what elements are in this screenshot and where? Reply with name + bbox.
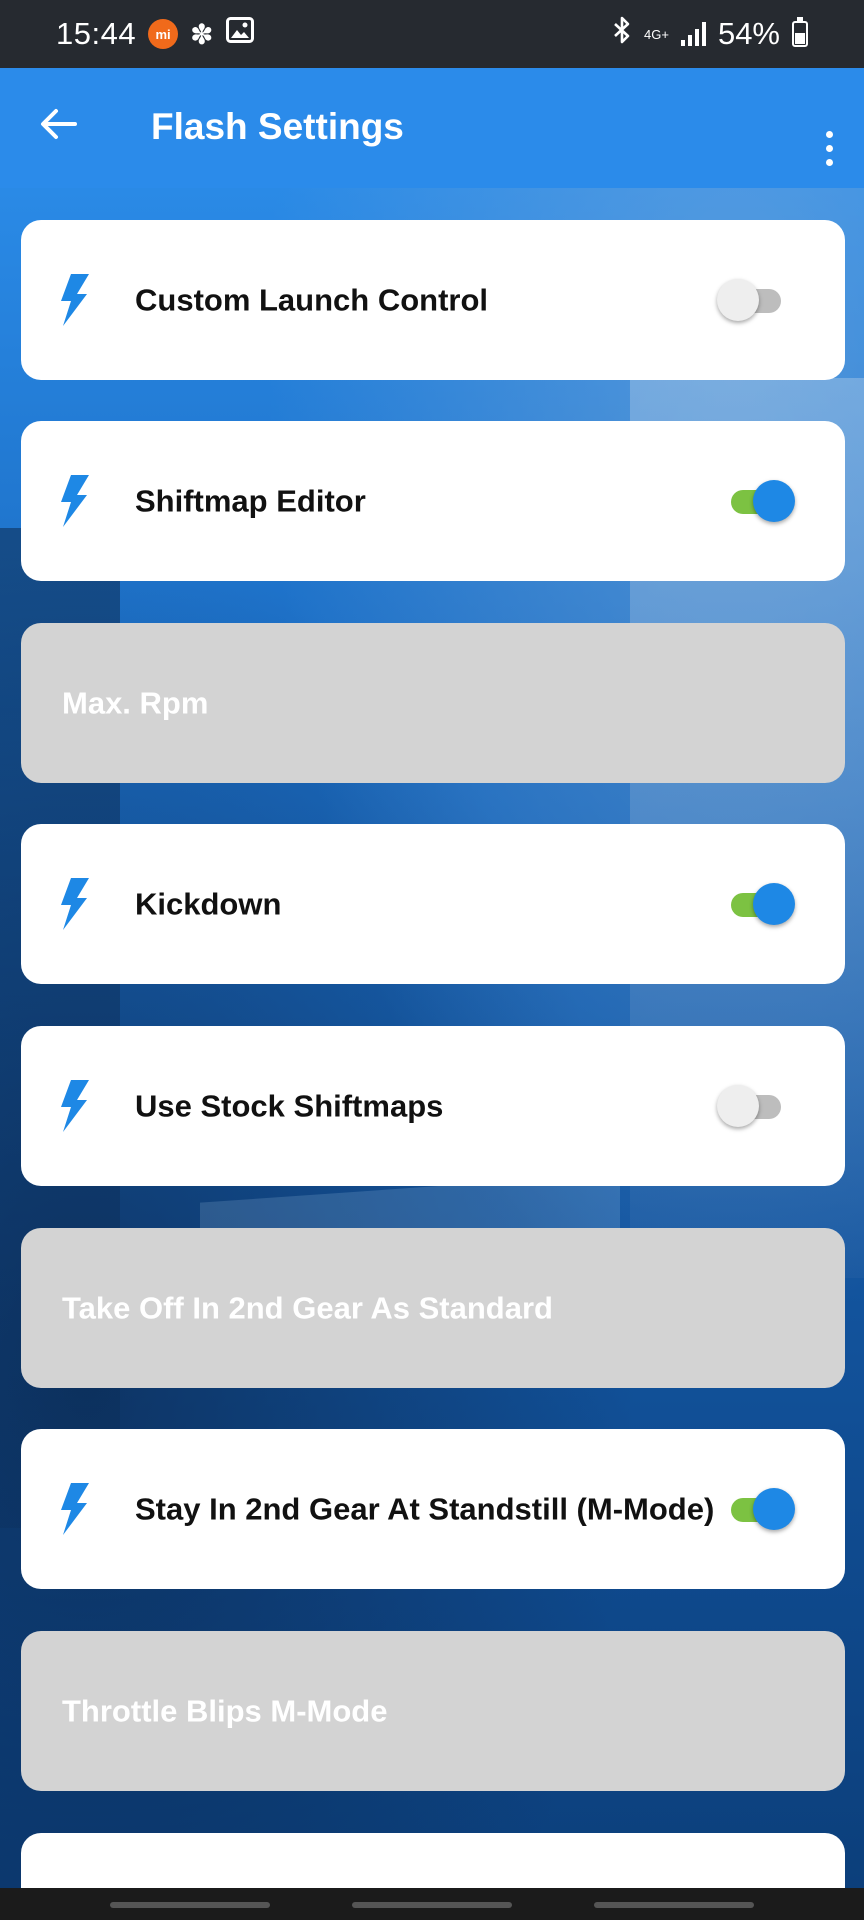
back-button[interactable]	[30, 96, 86, 152]
toggle-stay-in-2nd-gear[interactable]	[717, 1486, 795, 1532]
setting-kickdown[interactable]: Kickdown	[21, 824, 845, 984]
setting-shiftmap-editor[interactable]: Shiftmap Editor	[21, 421, 845, 581]
setting-take-off-2nd-gear: Take Off In 2nd Gear As Standard	[21, 1228, 845, 1388]
battery-icon	[792, 17, 808, 47]
arrow-back-icon	[41, 109, 77, 139]
setting-label: Throttle Blips M-Mode	[62, 1693, 388, 1729]
setting-throttle-blips: Throttle Blips M-Mode	[21, 1631, 845, 1791]
setting-next-item[interactable]	[21, 1833, 845, 1888]
setting-custom-launch-control[interactable]: Custom Launch Control	[21, 220, 845, 380]
flash-icon	[61, 878, 89, 930]
flash-icon	[61, 274, 89, 326]
status-bar: 15:44 mi ✽ 4G+ 54%	[0, 0, 864, 68]
app-bar: Flash Settings	[0, 68, 864, 188]
mi-notification-icon: mi	[148, 19, 179, 49]
signal-icon	[680, 22, 706, 46]
nav-home-indicator[interactable]	[352, 1902, 512, 1908]
setting-label: Kickdown	[135, 886, 282, 922]
more-vert-icon	[825, 130, 833, 138]
toggle-custom-launch-control[interactable]	[717, 277, 791, 323]
setting-label: Max. Rpm	[62, 685, 209, 721]
setting-max-rpm: Max. Rpm	[21, 623, 845, 783]
status-time: 15:44	[56, 16, 137, 51]
nav-back-indicator[interactable]	[594, 1902, 754, 1908]
image-icon	[225, 17, 254, 51]
setting-label: Stay In 2nd Gear At Standstill (M-Mode)	[135, 1491, 715, 1527]
nav-recents-indicator[interactable]	[110, 1902, 270, 1908]
setting-label: Custom Launch Control	[135, 282, 489, 318]
setting-label: Take Off In 2nd Gear As Standard	[62, 1290, 553, 1326]
toggle-use-stock-shiftmaps[interactable]	[717, 1083, 791, 1129]
settings-list[interactable]: Custom Launch Control Shiftmap Editor Ma…	[0, 188, 864, 1888]
setting-use-stock-shiftmaps[interactable]: Use Stock Shiftmaps	[21, 1026, 845, 1186]
toggle-kickdown[interactable]	[717, 881, 795, 927]
network-type: 4G+	[644, 26, 669, 42]
flash-icon	[61, 475, 89, 527]
system-nav-bar	[0, 1888, 864, 1920]
more-options-button[interactable]	[814, 118, 844, 178]
flash-icon	[61, 1483, 89, 1535]
page-title: Flash Settings	[151, 106, 404, 147]
status-bar-left: 15:44 mi ✽	[56, 16, 254, 52]
setting-label: Shiftmap Editor	[135, 483, 366, 519]
fan-icon: ✽	[190, 18, 214, 50]
setting-label: Use Stock Shiftmaps	[135, 1088, 444, 1124]
toggle-shiftmap-editor[interactable]	[717, 478, 795, 524]
flash-icon	[61, 1080, 89, 1132]
status-bar-right: 4G+ 54%	[612, 16, 808, 52]
battery-percent: 54%	[717, 16, 780, 51]
setting-stay-in-2nd-gear[interactable]: Stay In 2nd Gear At Standstill (M-Mode)	[21, 1429, 845, 1589]
bluetooth-icon	[612, 16, 632, 52]
